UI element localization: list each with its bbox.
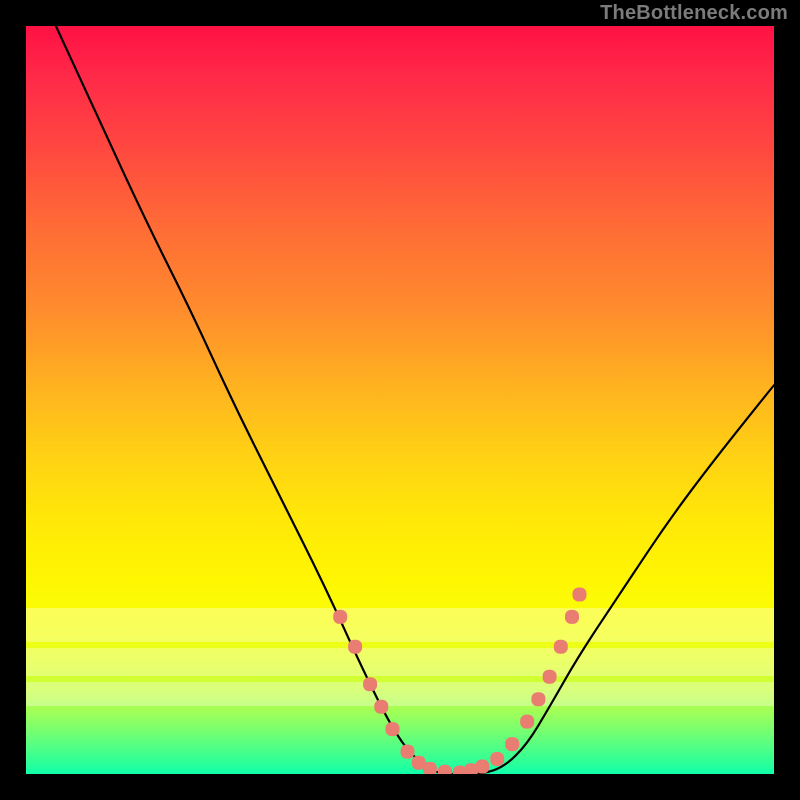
curve-marker xyxy=(423,762,437,774)
curve-marker xyxy=(505,737,519,751)
curve-marker xyxy=(438,765,452,774)
curve-marker xyxy=(374,700,388,714)
curve-marker xyxy=(565,610,579,624)
curve-svg xyxy=(26,26,774,774)
curve-marker xyxy=(554,640,568,654)
curve-marker xyxy=(573,588,587,602)
plot-area xyxy=(26,26,774,774)
curve-marker xyxy=(543,670,557,684)
watermark-text: TheBottleneck.com xyxy=(600,2,788,25)
chart-frame: TheBottleneck.com xyxy=(0,0,800,800)
curve-markers xyxy=(333,588,586,775)
curve-marker xyxy=(531,692,545,706)
curve-marker xyxy=(490,752,504,766)
curve-marker xyxy=(363,677,377,691)
bottleneck-curve xyxy=(56,26,774,774)
curve-marker xyxy=(348,640,362,654)
curve-marker xyxy=(520,715,534,729)
curve-marker xyxy=(333,610,347,624)
curve-marker xyxy=(386,722,400,736)
curve-marker xyxy=(401,745,415,759)
curve-marker xyxy=(475,760,489,774)
